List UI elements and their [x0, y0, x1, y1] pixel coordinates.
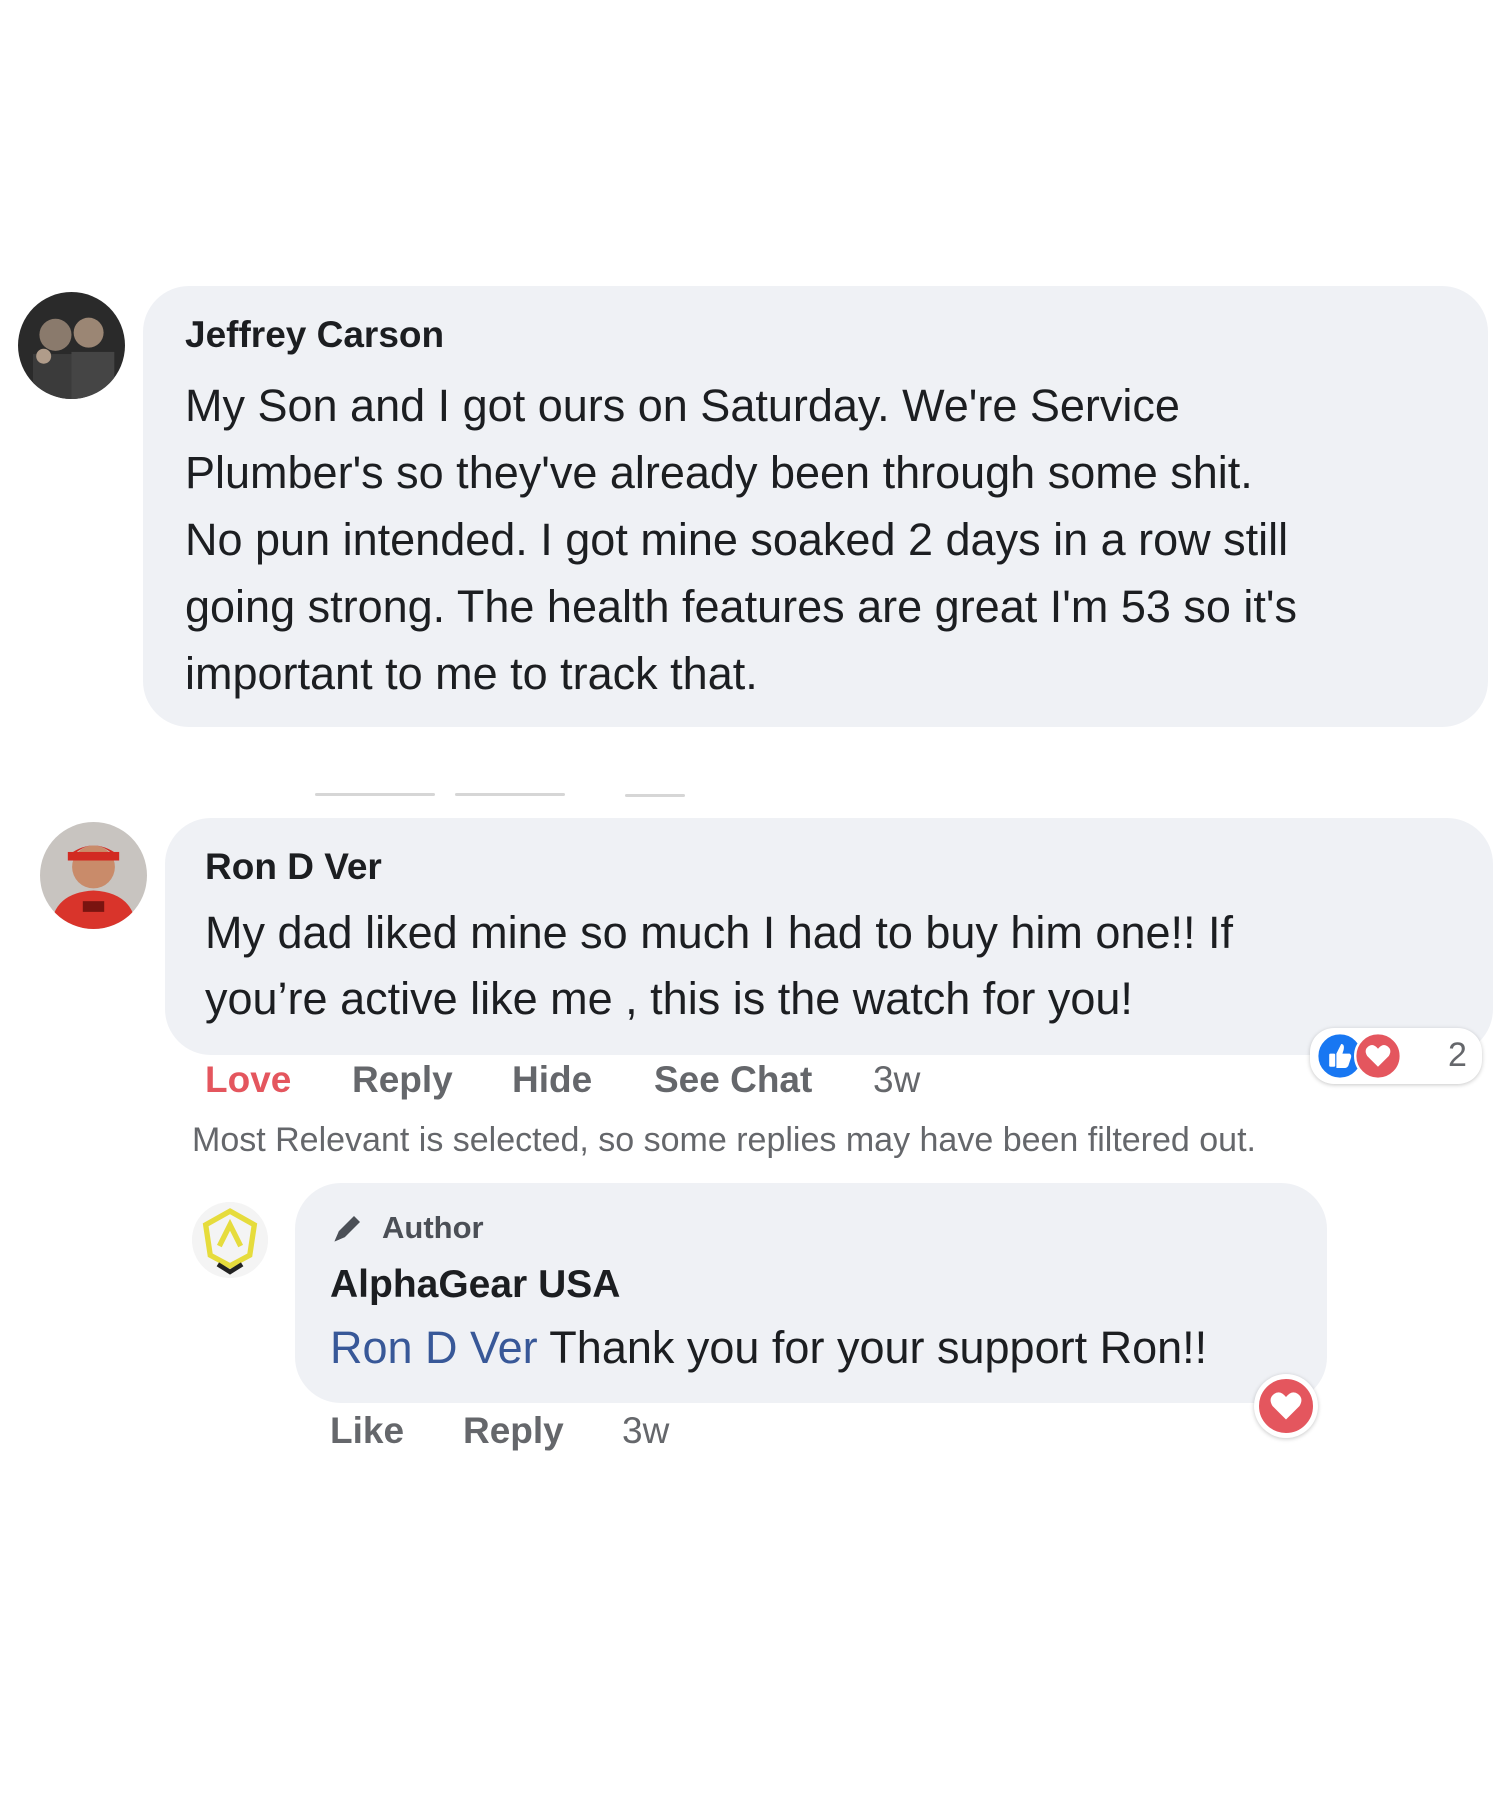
avatar-jeffrey-carson[interactable]	[18, 292, 125, 399]
timestamp[interactable]: 3w	[873, 1059, 920, 1101]
see-chat-button[interactable]: See Chat	[654, 1059, 812, 1101]
avatar-alphagear-usa[interactable]	[192, 1202, 268, 1278]
comment-line: going strong. The health features are gr…	[185, 581, 1297, 632]
love-button[interactable]: Love	[205, 1059, 291, 1101]
avatar-photo-icon	[40, 822, 147, 929]
reply-reactions[interactable]	[1254, 1374, 1318, 1438]
comment-actions: Love Reply Hide See Chat 3w	[205, 1059, 1005, 1104]
reactions-summary[interactable]: 2	[1310, 1028, 1482, 1084]
comment-line: you’re active like me , this is the watc…	[205, 973, 1133, 1024]
alphagear-logo-icon	[192, 1202, 268, 1278]
pencil-icon	[334, 1216, 360, 1242]
reply-actions: Like Reply 3w	[330, 1410, 730, 1455]
comment-line: important to me to track that.	[185, 648, 758, 699]
author-badge-label: Author	[382, 1210, 484, 1245]
comment-line: Plumber's so they've already been throug…	[185, 447, 1253, 498]
avatar-ron-d-ver[interactable]	[40, 822, 147, 929]
love-icon	[1256, 1376, 1316, 1436]
timestamp[interactable]: 3w	[622, 1410, 669, 1452]
filter-notice: Most Relevant is selected, so some repli…	[192, 1121, 1256, 1159]
reply-message: Thank you for your support Ron!!	[537, 1322, 1208, 1373]
divider	[625, 794, 685, 797]
avatar-photo-icon	[18, 292, 125, 399]
divider	[455, 793, 565, 796]
love-icon	[1354, 1032, 1402, 1080]
comment-author-name[interactable]: Jeffrey Carson	[185, 314, 444, 356]
divider	[315, 793, 435, 796]
reply-text: Ron D Ver Thank you for your support Ron…	[330, 1318, 1207, 1378]
reply-button[interactable]: Reply	[352, 1059, 453, 1101]
reaction-count: 2	[1448, 1036, 1467, 1074]
reply-button[interactable]: Reply	[463, 1410, 564, 1452]
hide-button[interactable]: Hide	[512, 1059, 592, 1101]
reply-author-name[interactable]: AlphaGear USA	[330, 1263, 620, 1307]
comment-text: My Son and I got ours on Saturday. We're…	[185, 372, 1297, 707]
comment-line: My dad liked mine so much I had to buy h…	[205, 907, 1234, 958]
mention-link[interactable]: Ron D Ver	[330, 1322, 538, 1373]
like-button[interactable]: Like	[330, 1410, 404, 1452]
comment-line: No pun intended. I got mine soaked 2 day…	[185, 514, 1289, 565]
comment-line: My Son and I got ours on Saturday. We're…	[185, 380, 1180, 431]
comment-text: My dad liked mine so much I had to buy h…	[205, 900, 1233, 1032]
comment-author-name[interactable]: Ron D Ver	[205, 846, 382, 888]
